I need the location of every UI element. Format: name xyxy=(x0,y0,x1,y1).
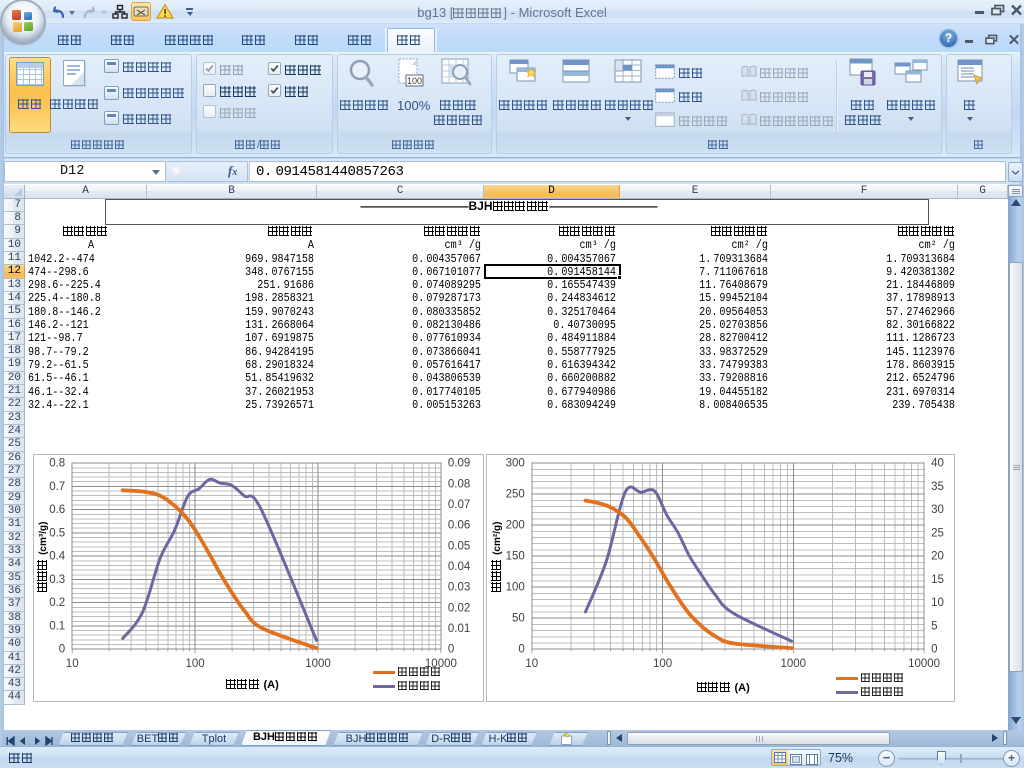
svg-text:10: 10 xyxy=(525,658,538,670)
svg-text:0: 0 xyxy=(931,643,937,655)
svg-text:10: 10 xyxy=(66,658,79,670)
svg-text:0.5: 0.5 xyxy=(49,527,65,539)
svg-text:0.02: 0.02 xyxy=(448,602,470,614)
svg-text:100: 100 xyxy=(186,658,205,670)
svg-text:0.1: 0.1 xyxy=(49,620,65,632)
svg-text:250: 250 xyxy=(506,488,525,500)
svg-text:10: 10 xyxy=(931,597,944,609)
svg-text:50: 50 xyxy=(512,612,525,624)
svg-text:0: 0 xyxy=(59,643,65,655)
svg-text:200: 200 xyxy=(506,519,525,531)
svg-text:10000: 10000 xyxy=(908,658,940,670)
svg-text:0.6: 0.6 xyxy=(49,504,65,516)
svg-text:0: 0 xyxy=(518,643,524,655)
svg-text:15: 15 xyxy=(931,573,944,585)
svg-text:35: 35 xyxy=(931,480,944,492)
svg-text:20: 20 xyxy=(931,550,944,562)
svg-text:0.8: 0.8 xyxy=(49,457,65,469)
svg-text:0: 0 xyxy=(448,643,454,655)
svg-text:5: 5 xyxy=(931,620,937,632)
svg-text:0.2: 0.2 xyxy=(49,597,65,609)
svg-text:30: 30 xyxy=(931,504,944,516)
svg-text:0.08: 0.08 xyxy=(448,478,470,490)
svg-text:0.4: 0.4 xyxy=(49,550,66,562)
svg-text:0.7: 0.7 xyxy=(49,480,65,492)
svg-text:0.04: 0.04 xyxy=(448,561,471,573)
svg-text:0.03: 0.03 xyxy=(448,581,470,593)
svg-text:0.06: 0.06 xyxy=(448,519,470,531)
svg-text:100: 100 xyxy=(653,658,672,670)
svg-text:0.3: 0.3 xyxy=(49,573,65,585)
svg-text:1000: 1000 xyxy=(305,658,331,670)
svg-text:300: 300 xyxy=(506,457,525,469)
svg-text:40: 40 xyxy=(931,457,944,469)
svg-text:0.01: 0.01 xyxy=(448,623,470,635)
svg-text:25: 25 xyxy=(931,527,944,539)
svg-text:0.09: 0.09 xyxy=(448,457,470,469)
svg-text:150: 150 xyxy=(506,550,525,562)
svg-text:0.07: 0.07 xyxy=(448,499,470,511)
svg-text:1000: 1000 xyxy=(781,658,807,670)
svg-text:100: 100 xyxy=(407,76,422,86)
svg-text:100: 100 xyxy=(506,581,525,593)
svg-text:0.05: 0.05 xyxy=(448,540,470,552)
